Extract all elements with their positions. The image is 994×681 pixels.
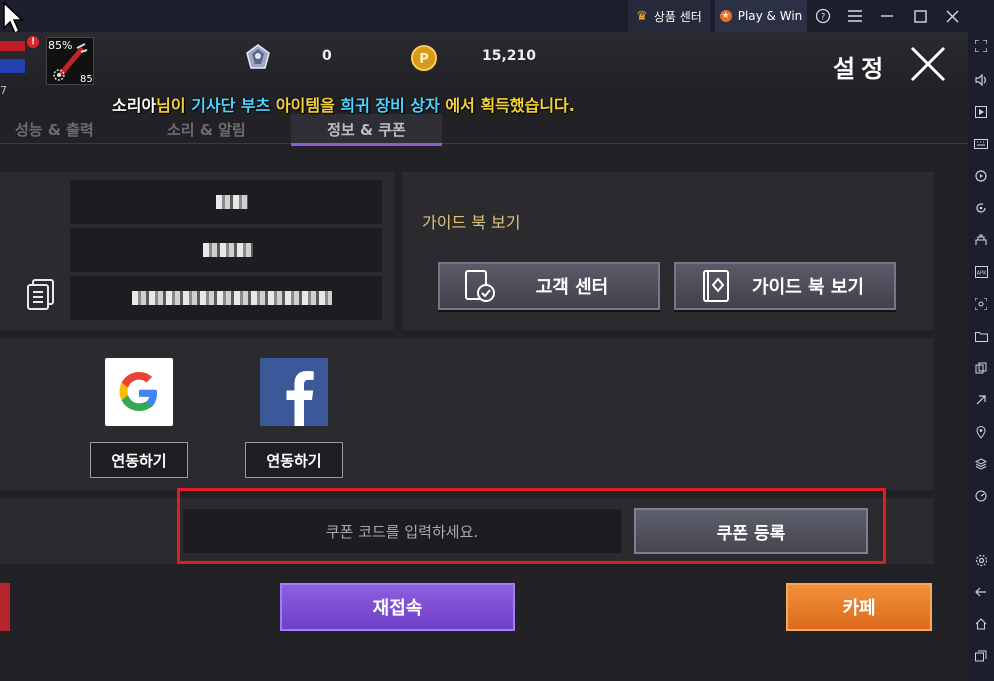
annotation-highlight-box xyxy=(177,488,886,564)
potion-percent: 85% xyxy=(48,39,73,52)
settings-tabs: 성능 & 출력 소리 & 알림 정보 & 쿠폰 xyxy=(0,114,968,144)
mouse-cursor-icon xyxy=(3,2,24,35)
account-field-2 xyxy=(70,228,382,272)
media-icon[interactable] xyxy=(968,100,994,124)
level-text: 7 xyxy=(0,84,7,97)
location-icon[interactable] xyxy=(968,420,994,444)
gold-count: 15,210 xyxy=(482,48,537,64)
notice-player: 소리아 xyxy=(112,96,157,115)
redacted-text xyxy=(203,243,253,257)
redacted-text xyxy=(216,195,248,209)
settings-icon[interactable] xyxy=(968,548,994,572)
reconnect-button[interactable]: 재접속 xyxy=(280,583,515,631)
top-hud: ! 7 85% 85 0 P 15,210 설정 xyxy=(0,32,968,97)
notice-text-1: 님이 xyxy=(156,96,192,115)
notice-text-3: 에서 획득했습니다. xyxy=(439,96,575,115)
mp-bar xyxy=(0,59,25,73)
diamond-icon xyxy=(246,44,270,69)
guide-book-label: 가이드 북 보기 xyxy=(752,277,864,298)
speed-icon[interactable] xyxy=(968,484,994,508)
svg-text:P: P xyxy=(419,52,429,67)
play-and-win-button[interactable]: ★ Play & Win xyxy=(715,0,807,32)
notice-source: 희귀 장비 상자 xyxy=(340,96,440,115)
customer-center-label: 고객 센터 xyxy=(535,277,609,298)
volume-icon[interactable] xyxy=(968,68,994,92)
customer-center-button[interactable]: 고객 센터 xyxy=(438,262,660,310)
tab-info-coupon[interactable]: 정보 & 쿠폰 xyxy=(291,114,442,144)
account-field-3 xyxy=(70,276,382,320)
keyboard-icon[interactable] xyxy=(968,132,994,156)
google-link-button[interactable]: 연동하기 xyxy=(90,442,188,478)
notice-text-2: 아이템을 xyxy=(270,96,341,115)
book-icon xyxy=(703,270,729,302)
home-icon[interactable] xyxy=(968,612,994,636)
alert-badge: ! xyxy=(27,36,39,48)
close-icon[interactable] xyxy=(938,0,966,32)
emulator-side-toolbar: APK xyxy=(968,32,994,681)
settings-title: 설정 xyxy=(833,55,890,83)
back-icon[interactable] xyxy=(968,580,994,604)
svg-text:APK: APK xyxy=(976,271,986,277)
store-center-label: 상품 센터 xyxy=(653,9,702,24)
star-badge-icon: ★ xyxy=(719,10,732,22)
account-field-1 xyxy=(70,180,382,224)
google-icon xyxy=(105,358,173,426)
gold-coin-icon: P xyxy=(411,45,437,71)
maximize-icon[interactable] xyxy=(906,0,934,32)
guide-book-button[interactable]: 가이드 북 보기 xyxy=(674,262,896,310)
customer-check-icon xyxy=(465,270,495,302)
svg-text:?: ? xyxy=(821,13,826,23)
game-viewport: ! 7 85% 85 0 P 15,210 설정 성능 & 출력 소리 & 알림… xyxy=(0,32,968,681)
active-tab-indicator xyxy=(291,143,442,146)
notice-item: 기사단 부츠 xyxy=(191,96,271,115)
copy-document-icon[interactable] xyxy=(27,279,55,311)
potion-count: 85 xyxy=(80,74,93,85)
eco-mode-icon[interactable] xyxy=(968,388,994,412)
layers-icon[interactable] xyxy=(968,452,994,476)
emulator-titlebar: ♛ 상품 센터 ★ Play & Win ? xyxy=(0,0,994,35)
multi-instance-icon[interactable] xyxy=(968,228,994,252)
cafe-button[interactable]: 카페 xyxy=(786,583,932,631)
guide-label: 가이드 북 보기 xyxy=(422,213,521,232)
tab-sound[interactable]: 소리 & 알림 xyxy=(167,114,246,144)
macro-icon[interactable] xyxy=(968,164,994,188)
redacted-text xyxy=(132,291,332,305)
crown-icon: ♛ xyxy=(636,8,648,24)
partial-red-button[interactable] xyxy=(0,583,10,631)
fullscreen-icon[interactable] xyxy=(968,34,994,58)
gem-count: 0 xyxy=(322,48,332,64)
play-and-win-label: Play & Win xyxy=(737,9,803,23)
store-center-button[interactable]: ♛ 상품 센터 xyxy=(628,0,710,32)
menu-icon[interactable] xyxy=(841,0,869,32)
rotate-icon[interactable] xyxy=(968,196,994,220)
acquisition-notice: 소리아님이 기사단 부츠 아이템을 희귀 장비 상자 에서 획득했습니다. xyxy=(112,92,575,116)
minimize-icon[interactable] xyxy=(873,0,901,32)
apk-icon[interactable]: APK xyxy=(968,260,994,284)
help-icon[interactable]: ? xyxy=(809,0,837,32)
facebook-link-button[interactable]: 연동하기 xyxy=(245,442,343,478)
tab-performance[interactable]: 성능 & 출력 xyxy=(15,114,94,144)
facebook-icon xyxy=(260,358,328,426)
close-settings-icon[interactable] xyxy=(908,44,948,84)
folder-icon[interactable] xyxy=(968,324,994,348)
resize-icon[interactable] xyxy=(968,356,994,380)
screenshot-icon[interactable] xyxy=(968,292,994,316)
recent-apps-icon[interactable] xyxy=(968,644,994,668)
hp-bar xyxy=(0,41,25,51)
